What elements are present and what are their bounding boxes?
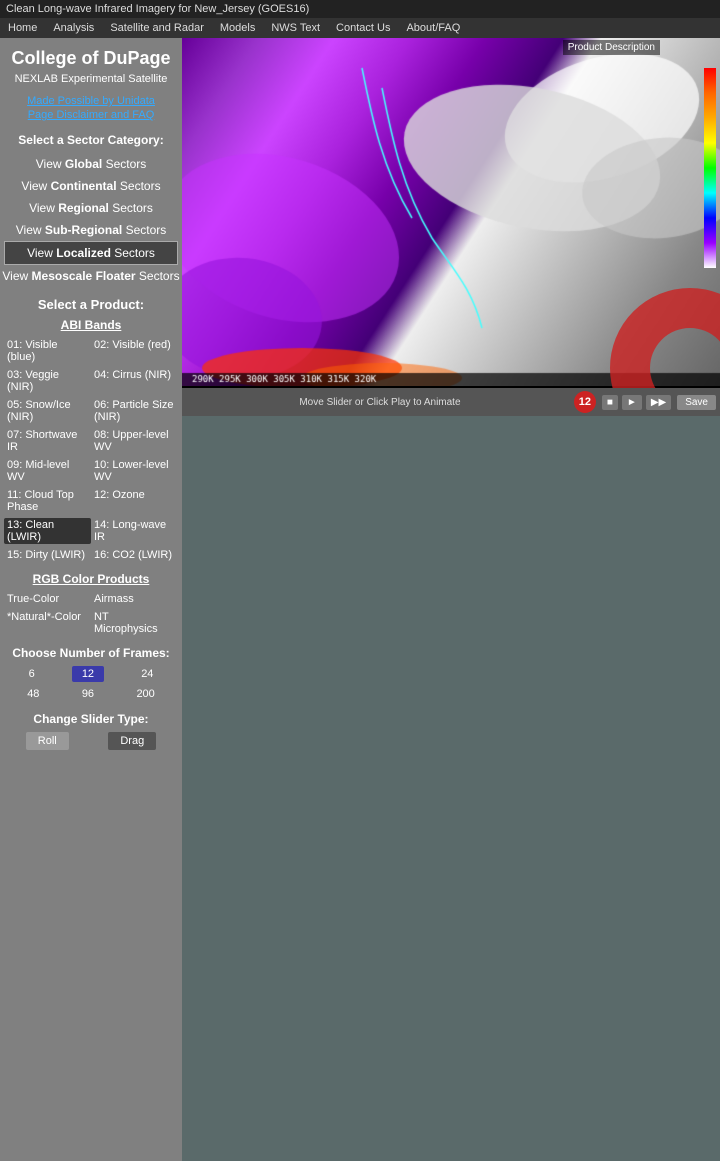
band-row: 07: Shortwave IR08: Upper-level WV [0, 426, 182, 456]
nav-item-models[interactable]: Models [212, 18, 263, 38]
slider-type-label: Change Slider Type: [0, 704, 182, 730]
sector-continental[interactable]: View Continental Sectors [0, 175, 182, 197]
nav-item-analysis[interactable]: Analysis [45, 18, 102, 38]
fastforward-button[interactable]: ▶▶ [646, 395, 671, 410]
band-item-12--ozone[interactable]: 12: Ozone [91, 488, 178, 514]
band-item-04--cirrus--nir-[interactable]: 04: Cirrus (NIR) [91, 368, 178, 394]
sector-mesoscale-floater[interactable]: View Mesoscale Floater Sectors [0, 265, 182, 287]
slider-label-text: Move Slider or Click Play to Animate [186, 397, 574, 408]
frame-btn-96[interactable]: 96 [74, 686, 102, 702]
rgb-item--natural--color[interactable]: *Natural*-Color [4, 610, 91, 636]
save-button[interactable]: Save [677, 395, 716, 410]
frame-btn-200[interactable]: 200 [128, 686, 162, 702]
slider-type-roll[interactable]: Roll [26, 732, 69, 750]
sidebar: College of DuPage NEXLAB Experimental Sa… [0, 38, 182, 1161]
rgb-item-true-color[interactable]: True-Color [4, 592, 91, 606]
band-row: 03: Veggie (NIR)04: Cirrus (NIR) [0, 366, 182, 396]
nav-item-contact-us[interactable]: Contact Us [328, 18, 398, 38]
sector-regional[interactable]: View Regional Sectors [0, 197, 182, 219]
slider-type-drag[interactable]: Drag [108, 732, 156, 750]
band-item-03--veggie--nir-[interactable]: 03: Veggie (NIR) [4, 368, 91, 394]
stop-button[interactable]: ■ [602, 395, 618, 410]
band-item-13--clean--lwir-[interactable]: 13: Clean (LWIR) [4, 518, 91, 544]
band-item-10--lower-level-wv[interactable]: 10: Lower-level WV [91, 458, 178, 484]
frame-count-badge: 12 [574, 391, 596, 413]
band-item-15--dirty--lwir-[interactable]: 15: Dirty (LWIR) [4, 548, 91, 562]
band-item-07--shortwave-ir[interactable]: 07: Shortwave IR [4, 428, 91, 454]
slider-type-row: Roll Drag [0, 730, 182, 752]
frame-btn-6[interactable]: 6 [21, 666, 43, 682]
rgb-row: True-ColorAirmass [0, 590, 182, 608]
nav-item-home[interactable]: Home [0, 18, 45, 38]
title-bar: Clean Long-wave Infrared Imagery for New… [0, 0, 720, 18]
disclaimer-link[interactable]: Page Disclaimer and FAQ [0, 109, 182, 129]
unidata-anchor[interactable]: Made Possible by Unidata [27, 95, 155, 107]
sector-global[interactable]: View Global Sectors [0, 153, 182, 175]
sector-category-label: Select a Sector Category: [0, 129, 182, 153]
band-item-16--co2--lwir-[interactable]: 16: CO2 (LWIR) [91, 548, 178, 562]
image-container: Product Description [182, 38, 720, 388]
content-area: Product Description Move Slider or Click… [182, 38, 720, 1161]
rgb-list: True-ColorAirmass*Natural*-ColorNT Micro… [0, 590, 182, 638]
band-item-11--cloud-top-phase[interactable]: 11: Cloud Top Phase [4, 488, 91, 514]
bands-list: 01: Visible (blue)02: Visible (red)03: V… [0, 336, 182, 564]
sector-localized[interactable]: View Localized Sectors [4, 241, 178, 265]
band-item-02--visible--red-[interactable]: 02: Visible (red) [91, 338, 178, 364]
abi-bands-label: ABI Bands [0, 316, 182, 336]
band-row: 11: Cloud Top Phase12: Ozone [0, 486, 182, 516]
frame-btn-24[interactable]: 24 [133, 666, 161, 682]
band-row: 15: Dirty (LWIR)16: CO2 (LWIR) [0, 546, 182, 564]
product-label: Select a Product: [0, 287, 182, 316]
frame-btn-48[interactable]: 48 [19, 686, 47, 702]
band-row: 09: Mid-level WV10: Lower-level WV [0, 456, 182, 486]
rgb-item-nt-microphysics[interactable]: NT Microphysics [91, 610, 178, 636]
title-text: Clean Long-wave Infrared Imagery for New… [6, 3, 309, 15]
play-button[interactable]: ► [622, 395, 642, 410]
band-item-14--long-wave-ir[interactable]: 14: Long-wave IR [91, 518, 178, 544]
band-row: 05: Snow/Ice (NIR)06: Particle Size (NIR… [0, 396, 182, 426]
band-item-08--upper-level-wv[interactable]: 08: Upper-level WV [91, 428, 178, 454]
rgb-item-airmass[interactable]: Airmass [91, 592, 178, 606]
band-item-05--snow-ice--nir-[interactable]: 05: Snow/Ice (NIR) [4, 398, 91, 424]
rgb-color-products-label: RGB Color Products [0, 564, 182, 590]
sectors-list: View Global SectorsView Continental Sect… [0, 153, 182, 287]
nav-item-satellite-and-radar[interactable]: Satellite and Radar [102, 18, 212, 38]
frames-row-2: 48 96 200 [0, 684, 182, 704]
rgb-row: *Natural*-ColorNT Microphysics [0, 608, 182, 638]
product-desc-badge: Product Description [563, 40, 660, 55]
band-row: 13: Clean (LWIR)14: Long-wave IR [0, 516, 182, 546]
band-item-09--mid-level-wv[interactable]: 09: Mid-level WV [4, 458, 91, 484]
frames-label: Choose Number of Frames: [0, 638, 182, 664]
animation-controls: Move Slider or Click Play to Animate 12 … [182, 388, 720, 416]
frames-row-1: 6 12 24 [0, 664, 182, 684]
disclaimer-anchor[interactable]: Page Disclaimer and FAQ [28, 109, 155, 121]
nav-item-about/faq[interactable]: About/FAQ [398, 18, 468, 38]
band-item-01--visible--blue-[interactable]: 01: Visible (blue) [4, 338, 91, 364]
nav-row: HomeAnalysisSatellite and RadarModelsNWS… [0, 18, 720, 38]
main-layout: College of DuPage NEXLAB Experimental Sa… [0, 38, 720, 1161]
nexlab-title: NEXLAB Experimental Satellite [0, 73, 182, 91]
band-item-06--particle-size--nir-[interactable]: 06: Particle Size (NIR) [91, 398, 178, 424]
frame-btn-12[interactable]: 12 [72, 666, 104, 682]
sector-sub-regional[interactable]: View Sub-Regional Sectors [0, 219, 182, 241]
nav-item-nws-text[interactable]: NWS Text [263, 18, 328, 38]
band-row: 01: Visible (blue)02: Visible (red) [0, 336, 182, 366]
college-name: College of DuPage [0, 38, 182, 73]
color-scale-bar [704, 68, 716, 268]
unidata-link[interactable]: Made Possible by Unidata [0, 91, 182, 109]
